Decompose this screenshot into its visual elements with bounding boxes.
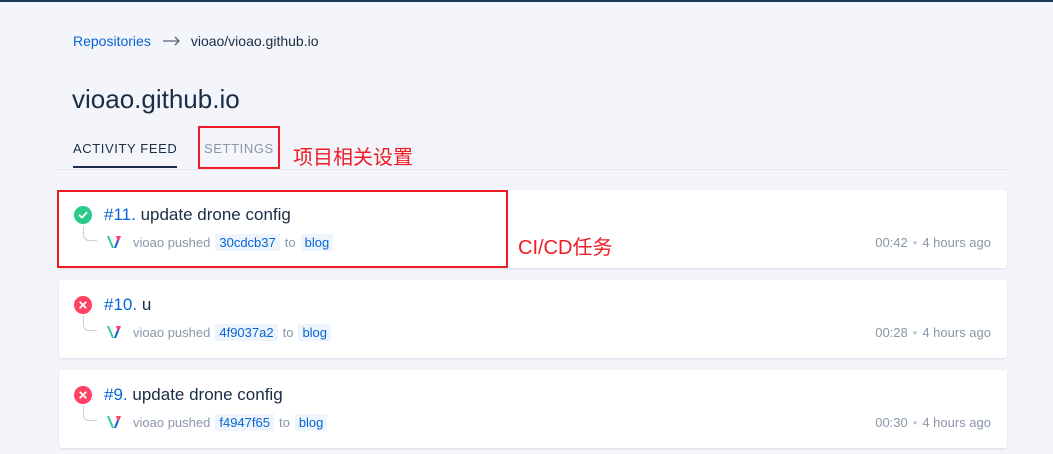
x-icon xyxy=(74,296,92,314)
duration: 00:28 xyxy=(875,325,908,340)
build-message: update drone config xyxy=(132,385,283,404)
build-number: #11. xyxy=(104,205,136,224)
build-message: u xyxy=(141,295,152,314)
ci-annotation-text: CI/CD任务 xyxy=(518,237,613,259)
avatar xyxy=(105,233,123,251)
tab-bar: ACTIVITY FEED SETTINGS xyxy=(58,126,1008,170)
breadcrumb-repositories-link[interactable]: Repositories xyxy=(73,33,151,49)
commit-hash[interactable]: 30cdcb37 xyxy=(215,234,280,251)
x-icon xyxy=(74,386,92,404)
separator-dot: • xyxy=(912,415,918,430)
to-word: to xyxy=(278,415,290,430)
author: vioao xyxy=(133,325,165,340)
commit-hash[interactable]: f4947f65 xyxy=(215,414,274,431)
author: vioao xyxy=(133,415,165,430)
build-card[interactable]: #9. update drone config vioao pushed f49… xyxy=(59,370,1007,448)
branch-name[interactable]: blog xyxy=(300,234,334,251)
age: 4 hours ago xyxy=(922,235,991,250)
branch-name[interactable]: blog xyxy=(298,324,332,341)
build-meta: vioao pushed 4f9037a2 to blog xyxy=(133,324,336,341)
to-word: to xyxy=(282,325,294,340)
separator-dot: • xyxy=(912,235,918,250)
top-border xyxy=(0,0,1053,2)
commit-hash[interactable]: 4f9037a2 xyxy=(215,324,278,341)
author: vioao xyxy=(133,235,165,250)
action: pushed xyxy=(167,325,211,340)
settings-annotation-text: 项目相关设置 xyxy=(293,147,413,169)
build-meta: vioao pushed f4947f65 to blog xyxy=(133,414,332,431)
breadcrumb: Repositories vioao/vioao.github.io xyxy=(73,33,318,49)
action: pushed xyxy=(167,415,211,430)
build-number: #9. xyxy=(104,385,128,404)
tree-connector xyxy=(83,316,97,331)
separator-dot: • xyxy=(912,325,918,340)
avatar xyxy=(105,413,123,431)
build-meta: vioao pushed 30cdcb37 to blog xyxy=(133,234,338,251)
duration: 00:30 xyxy=(875,415,908,430)
duration: 00:42 xyxy=(875,235,908,250)
action: pushed xyxy=(167,235,211,250)
to-word: to xyxy=(284,235,296,250)
build-title[interactable]: #10. u xyxy=(104,295,151,315)
tree-connector xyxy=(83,406,97,421)
build-title[interactable]: #11. update drone config xyxy=(104,205,291,225)
arrow-right-icon xyxy=(162,36,181,46)
tab-settings[interactable]: SETTINGS xyxy=(204,141,274,156)
age: 4 hours ago xyxy=(922,415,991,430)
avatar xyxy=(105,323,123,341)
breadcrumb-current: vioao/vioao.github.io xyxy=(190,33,319,49)
build-time: 00:30 • 4 hours ago xyxy=(875,415,991,430)
branch-name[interactable]: blog xyxy=(294,414,328,431)
tab-activity-feed[interactable]: ACTIVITY FEED xyxy=(73,141,178,168)
build-number: #10. xyxy=(104,295,138,314)
build-title[interactable]: #9. update drone config xyxy=(104,385,283,405)
check-icon xyxy=(74,206,92,224)
age: 4 hours ago xyxy=(922,325,991,340)
build-time: 00:42 • 4 hours ago xyxy=(875,235,991,250)
build-card[interactable]: #10. u vioao pushed 4f9037a2 to blog 00:… xyxy=(59,280,1007,358)
tree-connector xyxy=(83,226,97,241)
page-title: vioao.github.io xyxy=(72,84,240,114)
build-time: 00:28 • 4 hours ago xyxy=(875,325,991,340)
build-message: update drone config xyxy=(140,205,291,224)
